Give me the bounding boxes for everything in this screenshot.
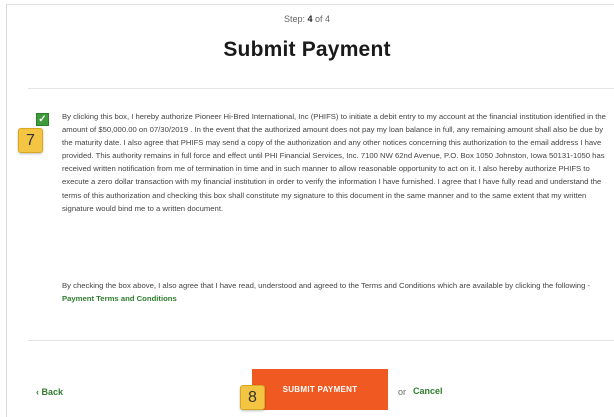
submit-payment-button[interactable]: SUBMIT PAYMENT [252, 369, 388, 410]
bottom-divider [28, 340, 614, 341]
cancel-link[interactable]: Cancel [413, 386, 443, 396]
step-current: 4 [307, 14, 313, 24]
agreement-text-body: By checking the box above, I also agree … [62, 281, 591, 290]
step-indicator: Step: 4 of 4 [0, 14, 614, 24]
authorization-checkbox[interactable]: ✓ [36, 113, 49, 126]
step-suffix: of 4 [315, 14, 331, 24]
back-link[interactable]: ‹ Back [36, 387, 63, 397]
step-prefix: Step: [283, 14, 305, 24]
authorization-terms-text: By clicking this box, I hereby authorize… [62, 112, 606, 213]
payment-terms-link[interactable]: Payment Terms and Conditions [62, 294, 177, 303]
callout-badge-submit: 8 [240, 385, 265, 410]
or-label: or [398, 387, 407, 397]
page-title: Submit Payment [223, 38, 391, 61]
top-divider [28, 88, 614, 89]
callout-badge-checkbox: 7 [18, 128, 43, 153]
agreement-text: By checking the box above, I also agree … [62, 279, 614, 305]
check-icon: ✓ [38, 113, 47, 125]
